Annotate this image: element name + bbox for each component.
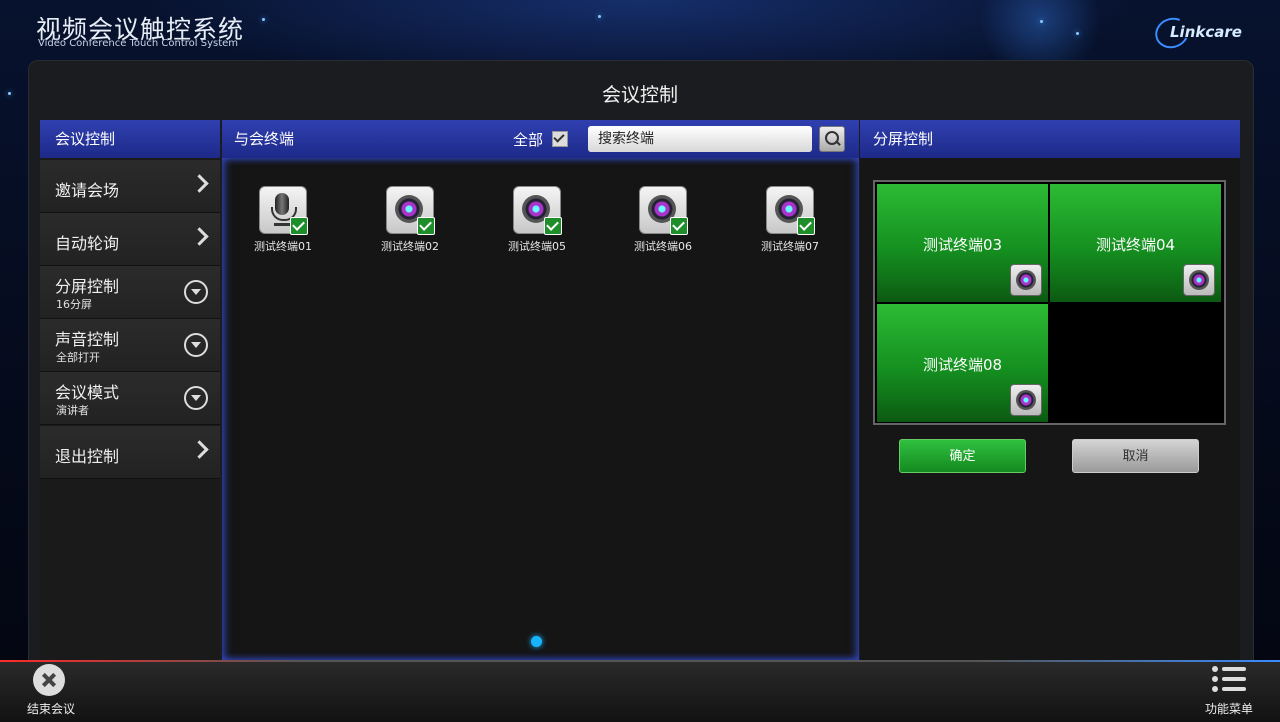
page-indicator bbox=[531, 636, 542, 647]
terminal-name: 测试终端07 bbox=[761, 240, 819, 253]
bottom-bar bbox=[0, 660, 1280, 722]
search-input[interactable]: 搜索终端 bbox=[588, 126, 812, 152]
camera-icon bbox=[1010, 264, 1042, 296]
terminal-item[interactable]: 测试终端02 bbox=[370, 186, 450, 254]
dropdown-circle-icon bbox=[184, 280, 208, 304]
terminal-name: 测试终端05 bbox=[508, 240, 566, 253]
menu-item-value: 16分屏 bbox=[56, 298, 92, 311]
end-meeting-button[interactable] bbox=[33, 664, 65, 696]
select-all-checkbox[interactable] bbox=[552, 131, 568, 147]
split-screen-grid: 测试终端03 测试终端04 测试终端08 bbox=[873, 180, 1226, 425]
camera-icon bbox=[1010, 384, 1042, 416]
terminal-item[interactable]: 测试终端01 bbox=[243, 186, 323, 254]
camera-icon bbox=[766, 186, 815, 235]
menu-item-label: 邀请会场 bbox=[55, 181, 120, 200]
right-panel-title: 分屏控制 bbox=[873, 130, 934, 148]
menu-item-value: 全部打开 bbox=[56, 351, 100, 364]
chevron-right-icon bbox=[190, 174, 209, 193]
menu-item-label: 声音控制 bbox=[55, 330, 120, 349]
menu-item-auto-poll[interactable]: 自动轮询 bbox=[40, 213, 220, 266]
menu-item-value: 演讲者 bbox=[56, 404, 89, 417]
camera-icon bbox=[1183, 264, 1215, 296]
terminal-item[interactable]: 测试终端06 bbox=[623, 186, 703, 254]
confirm-button[interactable]: 确定 bbox=[899, 439, 1026, 473]
menu-item-label: 会议模式 bbox=[55, 383, 120, 402]
split-cell-empty[interactable] bbox=[1050, 304, 1221, 422]
menu-item-label: 分屏控制 bbox=[55, 277, 120, 296]
split-cell-name: 测试终端08 bbox=[922, 356, 1003, 374]
search-button[interactable] bbox=[819, 126, 845, 152]
list-menu-icon bbox=[1212, 666, 1246, 672]
left-panel-header: 会议控制 bbox=[40, 120, 220, 158]
split-cell-name: 测试终端03 bbox=[922, 236, 1003, 254]
function-menu-button[interactable] bbox=[1212, 666, 1246, 694]
star-decoration bbox=[598, 15, 601, 18]
camera-icon bbox=[639, 186, 688, 235]
page-title: 会议控制 bbox=[601, 84, 678, 106]
dropdown-circle-icon bbox=[184, 386, 208, 410]
menu-item-label: 自动轮询 bbox=[55, 234, 120, 253]
end-meeting-label: 结束会议 bbox=[27, 702, 76, 716]
terminal-item[interactable]: 测试终端07 bbox=[750, 186, 830, 254]
menu-item-conference-mode[interactable]: 会议模式 演讲者 bbox=[40, 372, 220, 425]
menu-item-audio[interactable]: 声音控制 全部打开 bbox=[40, 319, 220, 372]
menu-item-split-screen[interactable]: 分屏控制 16分屏 bbox=[40, 266, 220, 319]
checkmark-icon bbox=[544, 217, 562, 235]
right-panel-header: 分屏控制 bbox=[860, 120, 1240, 158]
microphone-icon bbox=[259, 186, 308, 235]
brand-logo-text: Linkcare bbox=[1170, 23, 1242, 41]
cancel-button[interactable]: 取消 bbox=[1072, 439, 1199, 473]
menu-item-invite[interactable]: 邀请会场 bbox=[40, 160, 220, 213]
split-cell[interactable]: 测试终端08 bbox=[877, 304, 1048, 422]
menu-item-label: 退出控制 bbox=[55, 447, 120, 466]
star-decoration bbox=[1076, 32, 1079, 35]
camera-icon bbox=[386, 186, 435, 235]
checkmark-icon bbox=[417, 217, 435, 235]
dropdown-circle-icon bbox=[184, 333, 208, 357]
split-cell-name: 测试终端04 bbox=[1095, 236, 1176, 254]
split-cell[interactable]: 测试终端04 bbox=[1050, 184, 1221, 302]
chevron-right-icon bbox=[190, 227, 209, 246]
terminal-name: 测试终端01 bbox=[254, 240, 312, 253]
star-decoration bbox=[262, 18, 265, 21]
terminal-name: 测试终端02 bbox=[381, 240, 439, 253]
terminal-item[interactable]: 测试终端05 bbox=[497, 186, 577, 254]
checkmark-icon bbox=[670, 217, 688, 235]
checkmark-icon bbox=[797, 217, 815, 235]
checkmark-icon bbox=[290, 217, 308, 235]
star-decoration bbox=[1040, 20, 1043, 23]
app-subtitle: Video Conference Touch Control System bbox=[38, 38, 239, 49]
terminal-name: 测试终端06 bbox=[634, 240, 692, 253]
middle-panel-title: 与会终端 bbox=[234, 130, 295, 148]
split-cell[interactable]: 测试终端03 bbox=[877, 184, 1048, 302]
menu-item-exit-control[interactable]: 退出控制 bbox=[40, 426, 220, 479]
chevron-right-icon bbox=[190, 440, 209, 459]
left-panel-title: 会议控制 bbox=[55, 130, 116, 148]
select-all-label: 全部 bbox=[513, 131, 544, 149]
camera-icon bbox=[513, 186, 562, 235]
function-menu-label: 功能菜单 bbox=[1205, 702, 1254, 716]
